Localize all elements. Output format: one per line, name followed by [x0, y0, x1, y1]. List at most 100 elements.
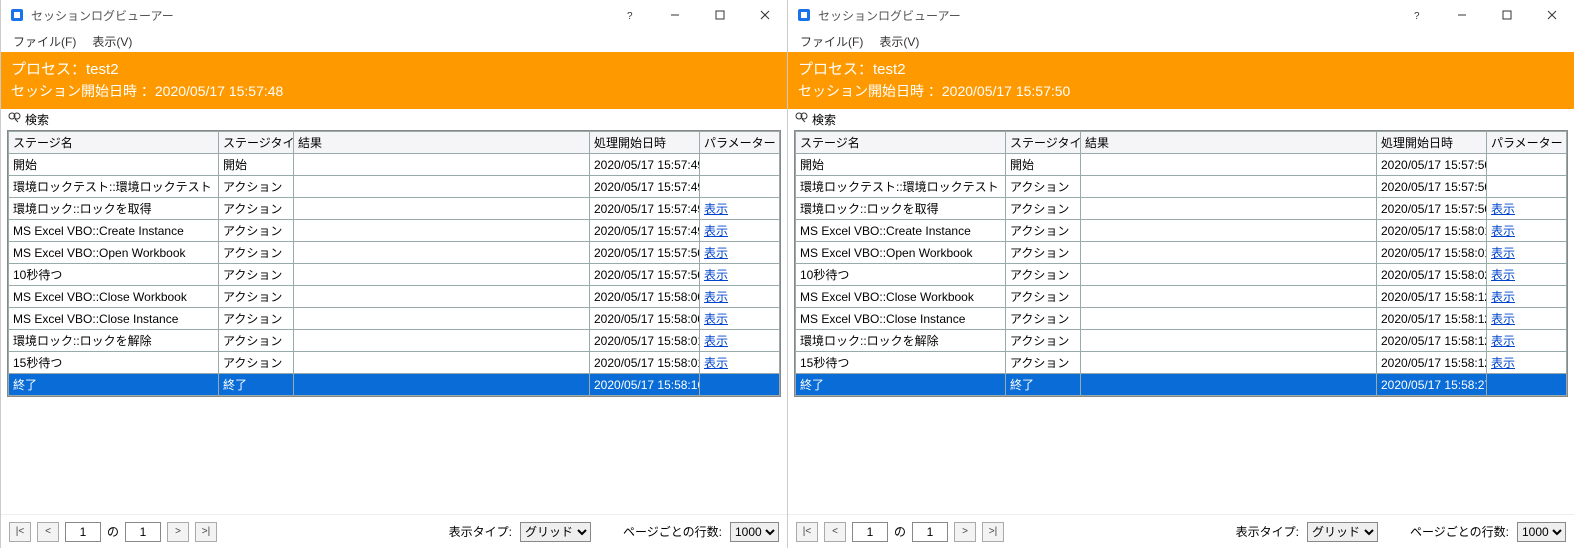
show-params-link[interactable]: 表示: [1491, 356, 1515, 370]
table-row[interactable]: 終了終了2020/05/17 15:58:16: [9, 374, 780, 396]
prev-page-button[interactable]: <: [37, 522, 59, 542]
show-params-link[interactable]: 表示: [704, 202, 728, 216]
table-row[interactable]: 10秒待つアクション2020/05/17 15:58:02表示: [796, 264, 1567, 286]
table-row[interactable]: 終了終了2020/05/17 15:58:27: [796, 374, 1567, 396]
show-params-link[interactable]: 表示: [1491, 224, 1515, 238]
maximize-button[interactable]: [1484, 0, 1529, 30]
display-type-select[interactable]: グリッド: [1307, 522, 1378, 542]
help-button[interactable]: ?: [607, 0, 652, 30]
last-page-button[interactable]: >|: [982, 522, 1004, 542]
show-params-link[interactable]: 表示: [704, 268, 728, 282]
cell-parameter: 表示: [700, 330, 780, 352]
first-page-button[interactable]: |<: [9, 522, 31, 542]
cell-result: [294, 220, 590, 242]
cell-type: アクション: [219, 198, 294, 220]
table-row[interactable]: MS Excel VBO::Close Workbookアクション2020/05…: [796, 286, 1567, 308]
show-params-link[interactable]: 表示: [704, 334, 728, 348]
table-row[interactable]: MS Excel VBO::Close Instanceアクション2020/05…: [9, 308, 780, 330]
cell-time: 2020/05/17 15:57:49: [590, 176, 700, 198]
show-params-link[interactable]: 表示: [704, 356, 728, 370]
show-params-link[interactable]: 表示: [704, 312, 728, 326]
rows-per-page-select[interactable]: 1000: [730, 522, 779, 542]
table-row[interactable]: 開始開始2020/05/17 15:57:49: [9, 154, 780, 176]
column-header[interactable]: ステージタイプ: [1006, 132, 1081, 154]
cell-result: [294, 242, 590, 264]
display-type-select[interactable]: グリッド: [520, 522, 591, 542]
cell-parameter: 表示: [1487, 308, 1567, 330]
next-page-button[interactable]: >: [167, 522, 189, 542]
show-params-link[interactable]: 表示: [1491, 312, 1515, 326]
close-button[interactable]: [742, 0, 787, 30]
table-row[interactable]: 15秒待つアクション2020/05/17 15:58:12表示: [796, 352, 1567, 374]
prev-page-button[interactable]: <: [824, 522, 846, 542]
cell-time: 2020/05/17 15:58:27: [1377, 374, 1487, 396]
table-row[interactable]: MS Excel VBO::Close Instanceアクション2020/05…: [796, 308, 1567, 330]
show-params-link[interactable]: 表示: [704, 246, 728, 260]
last-page-button[interactable]: >|: [195, 522, 217, 542]
first-page-button[interactable]: |<: [796, 522, 818, 542]
menu-file[interactable]: ファイル(F): [792, 31, 871, 52]
search-bar[interactable]: 検索: [788, 109, 1574, 130]
show-params-link[interactable]: 表示: [1491, 246, 1515, 260]
table-row[interactable]: MS Excel VBO::Open Workbookアクション2020/05/…: [9, 242, 780, 264]
table-row[interactable]: 環境ロック::ロックを解除アクション2020/05/17 15:58:01表示: [9, 330, 780, 352]
table-row[interactable]: 環境ロック::ロックを解除アクション2020/05/17 15:58:12表示: [796, 330, 1567, 352]
search-bar[interactable]: 検索: [1, 109, 787, 130]
menu-view[interactable]: 表示(V): [871, 31, 927, 52]
cell-type: アクション: [219, 308, 294, 330]
cell-time: 2020/05/17 15:58:12: [1377, 286, 1487, 308]
show-params-link[interactable]: 表示: [704, 290, 728, 304]
table-row[interactable]: MS Excel VBO::Create Instanceアクション2020/0…: [796, 220, 1567, 242]
rows-per-page-select[interactable]: 1000: [1517, 522, 1566, 542]
table-row[interactable]: 10秒待つアクション2020/05/17 15:57:50表示: [9, 264, 780, 286]
show-params-link[interactable]: 表示: [704, 224, 728, 238]
cell-type: アクション: [219, 264, 294, 286]
current-page-input[interactable]: [65, 522, 101, 542]
cell-type: アクション: [219, 176, 294, 198]
maximize-button[interactable]: [697, 0, 742, 30]
cell-stage: 環境ロックテスト::環境ロックテスト: [796, 176, 1006, 198]
close-button[interactable]: [1529, 0, 1574, 30]
column-header[interactable]: ステージ名: [9, 132, 219, 154]
table-row[interactable]: 環境ロックテスト::環境ロックテストアクション2020/05/17 15:57:…: [796, 176, 1567, 198]
menubar: ファイル(F)表示(V): [788, 30, 1574, 52]
show-params-link[interactable]: 表示: [1491, 268, 1515, 282]
menu-view[interactable]: 表示(V): [84, 31, 140, 52]
show-params-link[interactable]: 表示: [1491, 202, 1515, 216]
table-row[interactable]: 環境ロック::ロックを取得アクション2020/05/17 15:57:49表示: [9, 198, 780, 220]
table-row[interactable]: MS Excel VBO::Open Workbookアクション2020/05/…: [796, 242, 1567, 264]
window-title: セッションログビューアー: [818, 7, 1394, 24]
cell-stage: 15秒待つ: [9, 352, 219, 374]
cell-parameter: [1487, 176, 1567, 198]
column-header[interactable]: ステージタイプ: [219, 132, 294, 154]
show-params-link[interactable]: 表示: [1491, 334, 1515, 348]
table-row[interactable]: MS Excel VBO::Close Workbookアクション2020/05…: [9, 286, 780, 308]
cell-parameter: 表示: [1487, 286, 1567, 308]
minimize-button[interactable]: [652, 0, 697, 30]
search-label: 検索: [812, 111, 836, 128]
show-params-link[interactable]: 表示: [1491, 290, 1515, 304]
column-header[interactable]: 結果: [1081, 132, 1377, 154]
table-row[interactable]: 開始開始2020/05/17 15:57:50: [796, 154, 1567, 176]
column-header[interactable]: ステージ名: [796, 132, 1006, 154]
table-row[interactable]: 環境ロックテスト::環境ロックテストアクション2020/05/17 15:57:…: [9, 176, 780, 198]
cell-result: [1081, 286, 1377, 308]
current-page-input[interactable]: [852, 522, 888, 542]
column-header[interactable]: 処理開始日時: [1377, 132, 1487, 154]
cell-stage: 環境ロック::ロックを解除: [9, 330, 219, 352]
column-header[interactable]: 結果: [294, 132, 590, 154]
column-header[interactable]: パラメーター: [700, 132, 780, 154]
menu-file[interactable]: ファイル(F): [5, 31, 84, 52]
cell-type: アクション: [1006, 330, 1081, 352]
minimize-button[interactable]: [1439, 0, 1484, 30]
table-row[interactable]: 環境ロック::ロックを取得アクション2020/05/17 15:57:50表示: [796, 198, 1567, 220]
table-row[interactable]: MS Excel VBO::Create Instanceアクション2020/0…: [9, 220, 780, 242]
table-row[interactable]: 15秒待つアクション2020/05/17 15:58:01表示: [9, 352, 780, 374]
next-page-button[interactable]: >: [954, 522, 976, 542]
cell-type: アクション: [1006, 286, 1081, 308]
column-header[interactable]: パラメーター: [1487, 132, 1567, 154]
help-button[interactable]: ?: [1394, 0, 1439, 30]
cell-parameter: 表示: [700, 286, 780, 308]
column-header[interactable]: 処理開始日時: [590, 132, 700, 154]
cell-time: 2020/05/17 15:58:01: [590, 330, 700, 352]
